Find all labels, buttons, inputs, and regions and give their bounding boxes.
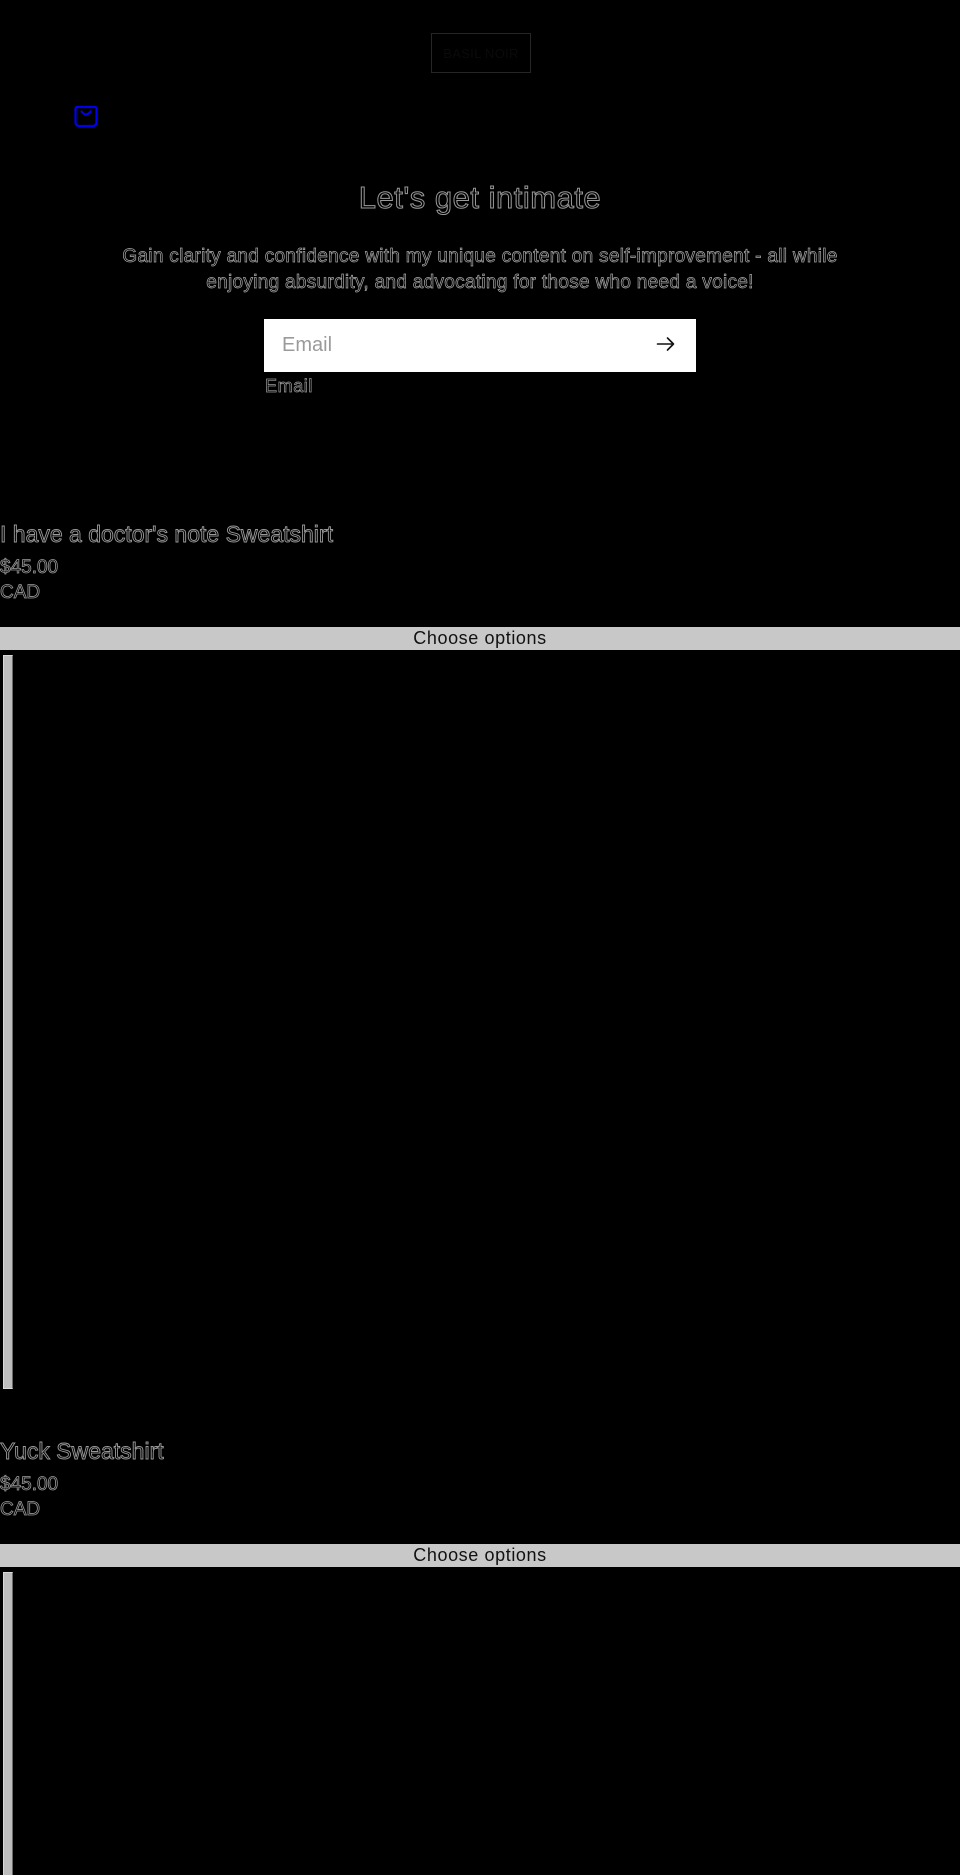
email-form [264, 319, 696, 372]
product-price: $45.00 CAD [0, 1474, 59, 1521]
choose-options-button[interactable]: Choose options [0, 627, 960, 650]
cart-button[interactable] [72, 104, 100, 132]
shopping-bag-icon [73, 103, 99, 134]
choose-options-button[interactable]: Choose options [0, 1544, 960, 1567]
subscribe-button[interactable] [636, 319, 696, 372]
product-image[interactable] [3, 655, 13, 1389]
email-input[interactable] [264, 319, 634, 372]
product-price: $45.00 CAD [0, 557, 59, 604]
store-logo-link[interactable]: BASIL NOIR [431, 33, 531, 73]
newsletter-title: Let's get intimate [358, 180, 602, 216]
email-field-label: Email [265, 376, 314, 397]
arrow-right-icon [656, 336, 676, 355]
store-logo-text: BASIL NOIR [443, 45, 519, 61]
product-title[interactable]: Yuck Sweatshirt [0, 1438, 164, 1465]
newsletter-description: Gain clarity and confidence with my uniq… [122, 246, 838, 294]
product-title[interactable]: I have a doctor's note Sweatshirt [0, 521, 333, 548]
product-image[interactable] [3, 1572, 13, 1875]
